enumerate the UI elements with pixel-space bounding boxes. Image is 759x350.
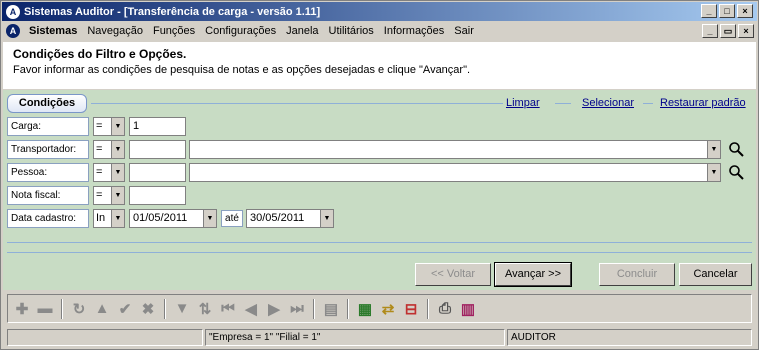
cancelar-button[interactable]: Cancelar — [679, 263, 752, 286]
limpar-link[interactable]: Limpar — [503, 97, 543, 109]
config-icon[interactable]: ▥ — [458, 299, 478, 319]
menu-configuracoes[interactable]: Configurações — [200, 25, 281, 37]
menu-janela[interactable]: Janela — [281, 25, 323, 37]
up-icon[interactable]: ▲ — [92, 299, 112, 319]
cancel-icon[interactable]: ✖ — [138, 299, 158, 319]
menu-sair[interactable]: Sair — [449, 25, 479, 37]
app-logo-icon: A — [6, 4, 20, 19]
mdi-close-button[interactable]: × — [738, 24, 754, 38]
selecionar-link[interactable]: Selecionar — [579, 97, 637, 109]
voltar-button[interactable]: << Voltar — [415, 263, 491, 286]
minimize-button[interactable]: _ — [701, 4, 717, 18]
filter-icon[interactable]: ▼ — [172, 299, 192, 319]
mdi-restore-button[interactable]: ▭ — [720, 24, 736, 38]
menu-informacoes[interactable]: Informações — [379, 25, 450, 37]
filter-row-carga: Carga: = ▼ 1 — [7, 117, 752, 136]
divider — [7, 252, 752, 253]
data-to-picker[interactable]: 30/05/2011 ▼ — [246, 209, 334, 228]
menu-navegacao[interactable]: Navegação — [82, 25, 148, 37]
plus-icon[interactable]: ✚ — [12, 299, 32, 319]
carga-label: Carga: — [7, 117, 89, 136]
avancar-button[interactable]: Avançar >> — [494, 262, 572, 287]
chevron-down-icon: ▼ — [111, 164, 124, 181]
transportador-label: Transportador: — [7, 140, 89, 159]
menu-sistemas[interactable]: Sistemas — [24, 25, 82, 37]
nota-fiscal-label: Nota fiscal: — [7, 186, 89, 205]
concluir-button[interactable]: Concluir — [599, 263, 675, 286]
minus-icon[interactable]: ▬ — [35, 299, 55, 319]
close-button[interactable]: × — [737, 4, 753, 18]
filter-row-transportador: Transportador: = ▼ ▼ — [7, 140, 752, 159]
window-title: Sistemas Auditor - [Transferência de car… — [24, 5, 321, 18]
filter-panel: Condições Limpar Selecionar Restaurar pa… — [3, 90, 756, 290]
page-title: Condições do Filtro e Opções. — [13, 47, 187, 61]
page-header: Condições do Filtro e Opções. Favor info… — [3, 42, 756, 89]
tab-condicoes[interactable]: Condições — [7, 94, 87, 113]
export-icon[interactable]: ▤ — [321, 299, 341, 319]
first-icon[interactable]: ⏮ — [218, 299, 238, 319]
sort-icon[interactable]: ⇅ — [195, 299, 215, 319]
ate-label: até — [221, 210, 243, 227]
tab-divider — [91, 103, 503, 104]
transfer-icon[interactable]: ⇄ — [378, 299, 398, 319]
nota-fiscal-input[interactable] — [129, 186, 186, 205]
menu-utilitarios[interactable]: Utilitários — [324, 25, 379, 37]
filter-row-data-cadastro: Data cadastro: In ▼ 01/05/2011 ▼ até 30/05… — [7, 209, 752, 228]
chevron-down-icon: ▼ — [111, 141, 124, 158]
data-cadastro-operator-select[interactable]: In ▼ — [93, 209, 125, 228]
transportador-code-input[interactable] — [129, 140, 186, 159]
filter-row-pessoa: Pessoa: = ▼ ▼ — [7, 163, 752, 182]
search-icon[interactable] — [728, 141, 744, 157]
data-cadastro-label: Data cadastro: — [7, 209, 89, 228]
chevron-down-icon: ▼ — [111, 118, 124, 135]
chevron-down-icon: ▼ — [707, 141, 720, 158]
pessoa-name-select[interactable]: ▼ — [189, 163, 721, 182]
pessoa-label: Pessoa: — [7, 163, 89, 182]
remove-icon[interactable]: ⊟ — [401, 299, 421, 319]
check-icon[interactable]: ✔ — [115, 299, 135, 319]
prev-icon[interactable]: ◀ — [241, 299, 261, 319]
chevron-down-icon: ▼ — [707, 164, 720, 181]
mdi-minimize-button[interactable]: _ — [702, 24, 718, 38]
page-subtitle: Favor informar as condições de pesquisa … — [13, 64, 471, 76]
data-from-picker[interactable]: 01/05/2011 ▼ — [129, 209, 217, 228]
app-window: A Sistemas Auditor - [Transferência de c… — [0, 0, 759, 350]
maximize-button[interactable]: □ — [719, 4, 735, 18]
refresh-icon[interactable]: ↻ — [69, 299, 89, 319]
chevron-down-icon: ▼ — [320, 210, 333, 227]
status-cell-1 — [7, 329, 203, 346]
search-icon[interactable] — [728, 164, 744, 180]
chevron-down-icon: ▼ — [111, 210, 124, 227]
status-user: AUDITOR — [507, 329, 752, 346]
divider — [7, 242, 752, 243]
navigation-toolbar: ✚ ▬ ↻ ▲ ✔ ✖ ▼ ⇅ ⏮ ◀ ▶ ⏭ ▤ ▦ ⇄ ⊟ ⎙ ▥ — [7, 294, 752, 323]
nota-fiscal-operator-select[interactable]: = ▼ — [93, 186, 125, 205]
restaurar-padrao-link[interactable]: Restaurar padrão — [657, 97, 749, 109]
carga-input[interactable]: 1 — [129, 117, 186, 136]
menu-bar: A Sistemas Navegação Funções Configuraçõ… — [2, 22, 757, 40]
add-row-icon[interactable]: ▦ — [355, 299, 375, 319]
last-icon[interactable]: ⏭ — [287, 299, 307, 319]
print-icon[interactable]: ⎙ — [435, 299, 455, 319]
next-icon[interactable]: ▶ — [264, 299, 284, 319]
pessoa-code-input[interactable] — [129, 163, 186, 182]
transportador-operator-select[interactable]: = ▼ — [93, 140, 125, 159]
transportador-name-select[interactable]: ▼ — [189, 140, 721, 159]
filter-row-nota-fiscal: Nota fiscal: = ▼ — [7, 186, 752, 205]
carga-operator-select[interactable]: = ▼ — [93, 117, 125, 136]
status-empresa: "Empresa = 1" "Filial = 1" — [205, 329, 505, 346]
chevron-down-icon: ▼ — [203, 210, 216, 227]
menu-funcoes[interactable]: Funções — [148, 25, 200, 37]
chevron-down-icon: ▼ — [111, 187, 124, 204]
pessoa-operator-select[interactable]: = ▼ — [93, 163, 125, 182]
sistemas-logo-icon: A — [6, 24, 20, 38]
title-bar: A Sistemas Auditor - [Transferência de c… — [2, 2, 757, 21]
